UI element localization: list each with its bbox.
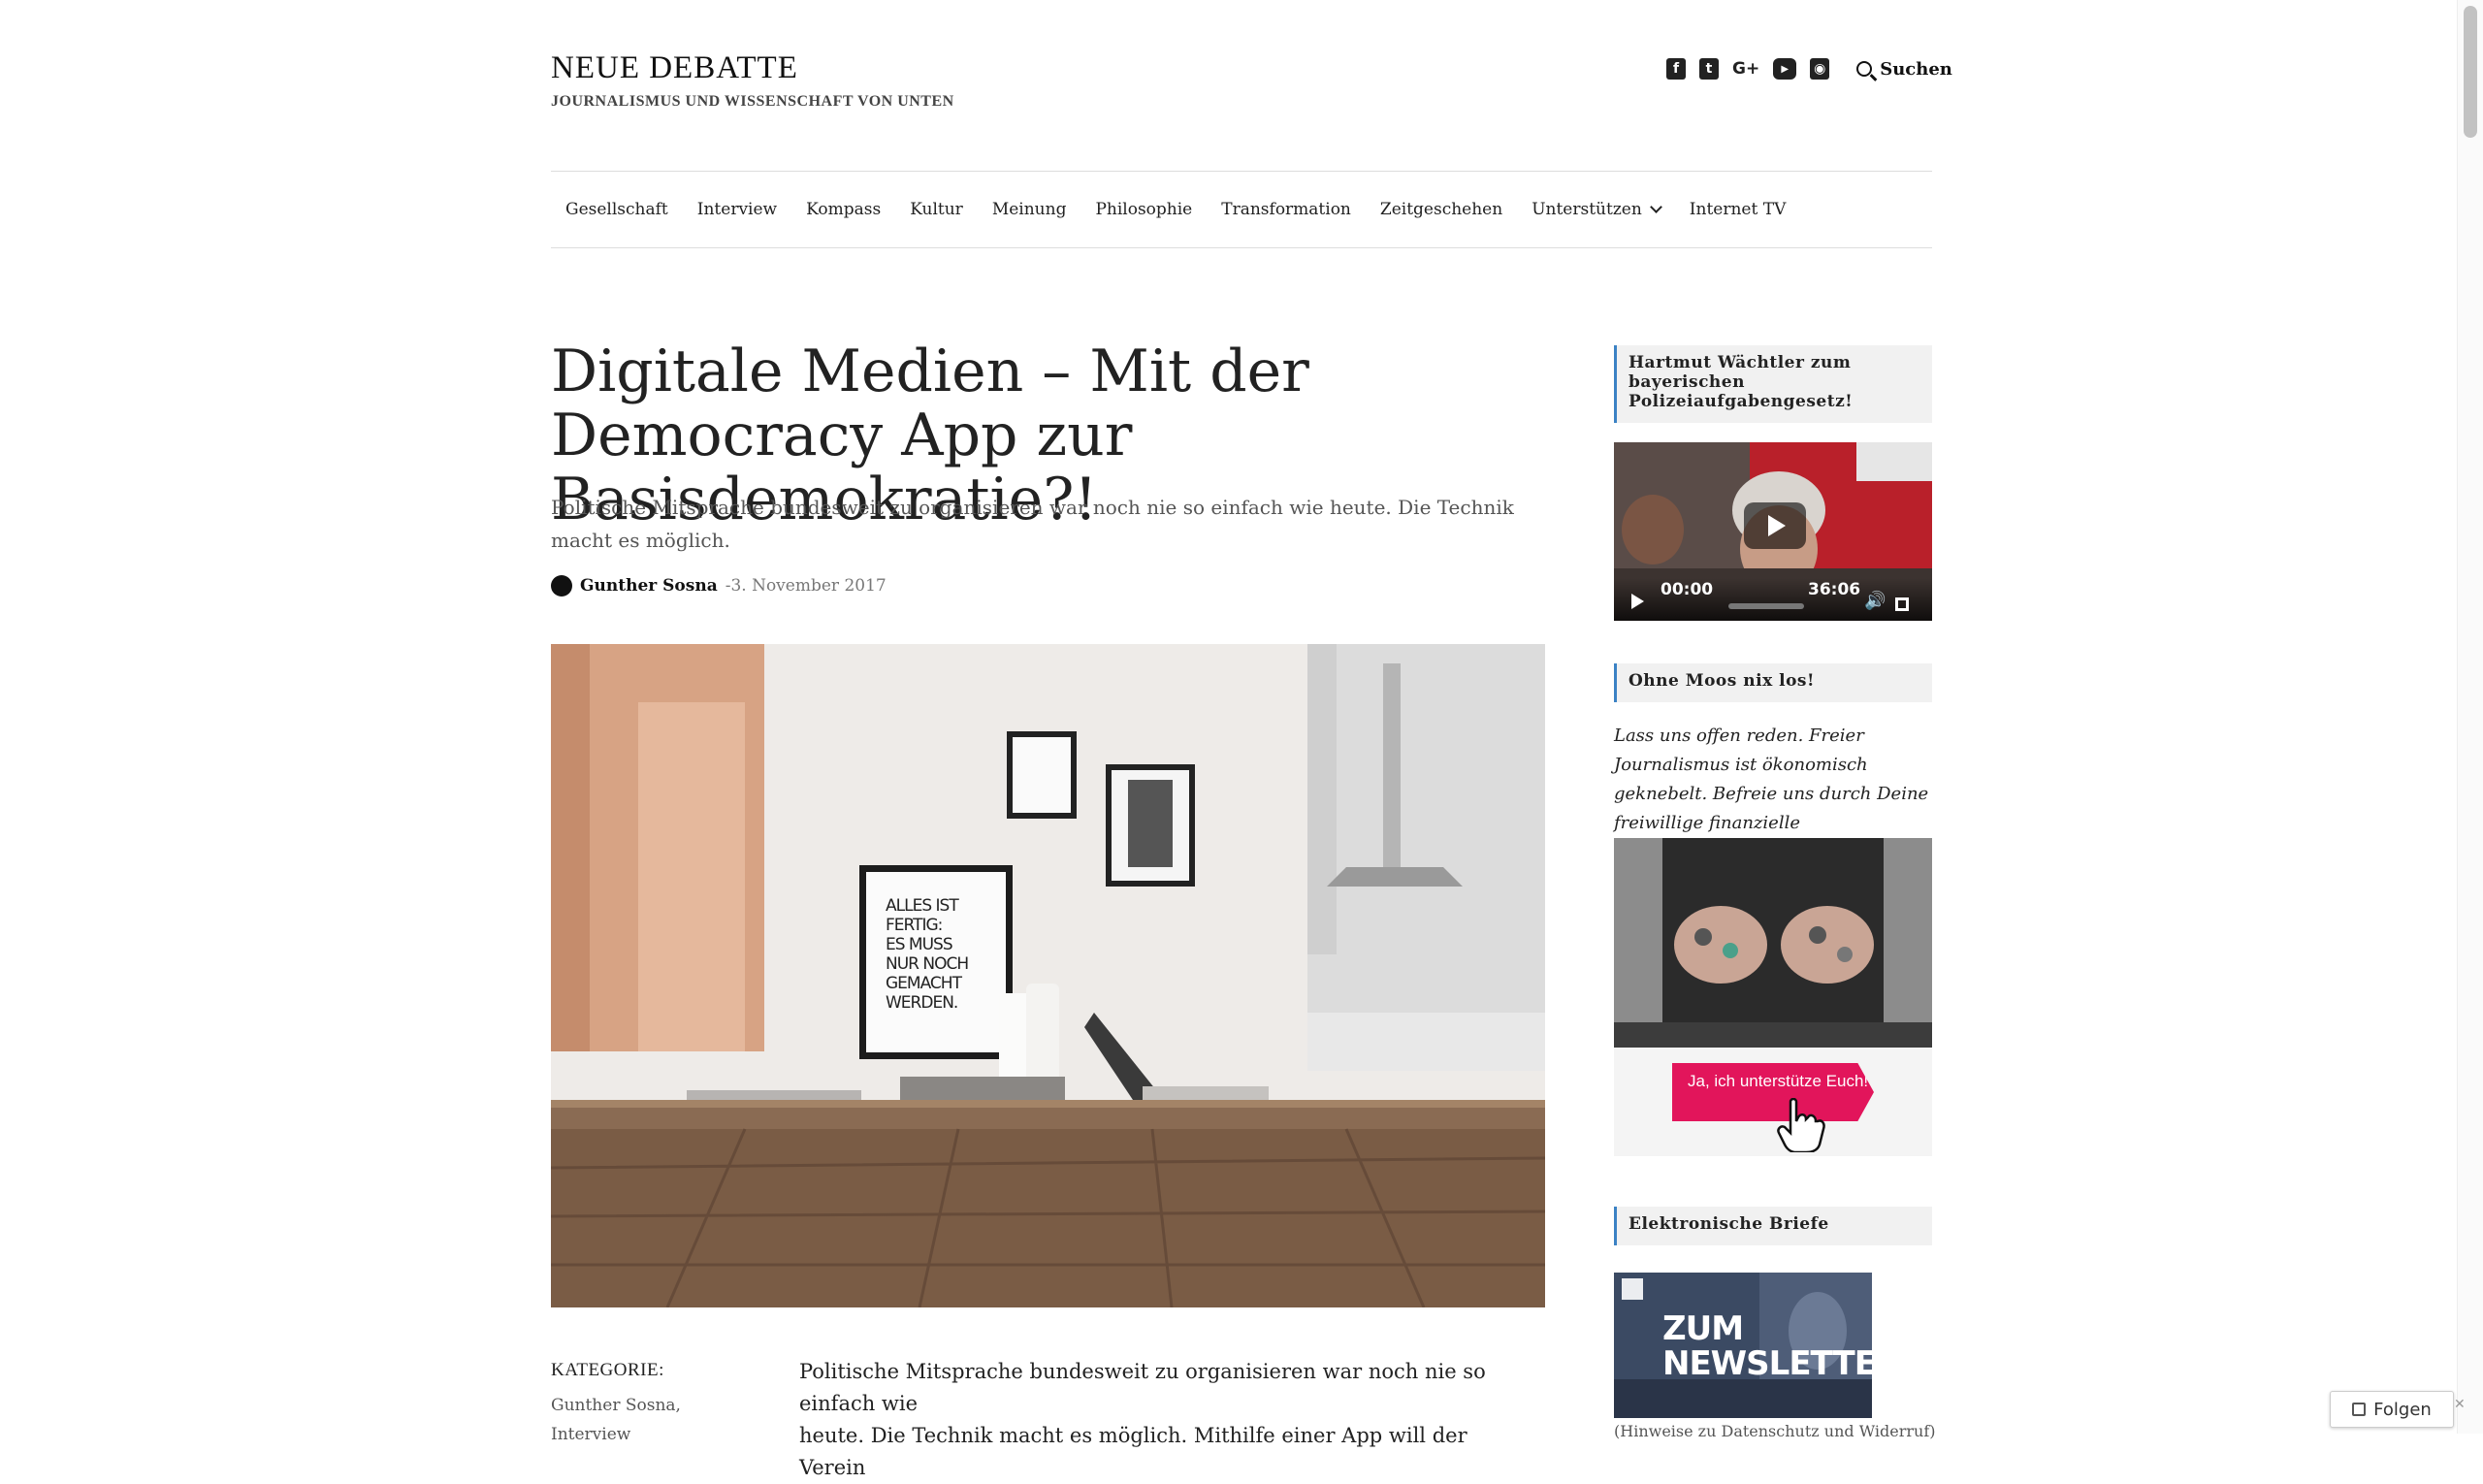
nav-item-internet-tv[interactable]: Internet TV [1675,200,1801,219]
svg-text:FERTIG:: FERTIG: [886,916,942,935]
chevron-down-icon [1649,201,1662,213]
search-icon [1856,61,1873,77]
featured-image-illustration: ALLES IST FERTIG: ES MUSS NUR NOCH GEMAC… [551,644,1545,1307]
newsletter-hint[interactable]: (Hinweise zu Datenschutz und Widerruf) [1614,1422,1935,1440]
byline: Gunther Sosna - 3. November 2017 [551,575,887,597]
hand-cursor-icon [1777,1098,1825,1152]
follow-close-icon[interactable]: ✕ [2454,1397,2466,1412]
category-links: Gunther Sosna, Interview [551,1391,681,1449]
nav-item-philosophie[interactable]: Philosophie [1080,200,1207,219]
social-links: f t G+ ▶ ◉ Suchen [1666,58,1952,80]
svg-text:ALLES IST: ALLES IST [886,896,959,916]
video-widget-title: Hartmut Wächtler zum bayerischen Polizei… [1614,345,1932,423]
nav-item-kompass[interactable]: Kompass [791,200,895,219]
article-subtitle: Politische Mitsprache bundesweit zu orga… [551,496,1514,552]
nav-item-gesellschaft[interactable]: Gesellschaft [551,200,683,219]
author-avatar[interactable] [551,575,572,597]
nav-item-unterstuetzen-label: Unterstützen [1532,200,1642,219]
article-body-line: heute. Die Technik macht es möglich. Mit… [799,1424,1467,1479]
support-widget-title: Ohne Moos nix los! [1614,663,1932,702]
facebook-icon[interactable]: f [1666,58,1686,80]
follow-icon [2352,1403,2367,1416]
nav-item-meinung[interactable]: Meinung [978,200,1081,219]
nav-item-zeitgeschehen[interactable]: Zeitgeschehen [1366,200,1517,219]
site-description: JOURNALISMUS UND WISSENSCHAFT VON UNTEN [551,93,954,110]
video-progress-bar[interactable] [1728,603,1804,609]
scrollbar[interactable] [2457,0,2483,1434]
svg-text:WERDEN.: WERDEN. [886,993,957,1013]
video-player[interactable]: 00:00 36:06 🔊 [1614,442,1932,621]
video-play-overlay-button[interactable] [1744,502,1806,549]
search-label: Suchen [1880,58,1952,80]
support-cta-area: Ja, ich unterstütze Euch! [1614,1048,1932,1156]
article-body-line: Politische Mitsprache bundesweit zu orga… [799,1360,1486,1415]
youtube-icon[interactable]: ▶ [1773,58,1797,80]
search-button[interactable]: Suchen [1856,59,1952,80]
newsletter-widget-title: Elektronische Briefe [1614,1207,1932,1245]
featured-image: ALLES IST FERTIG: ES MUSS NUR NOCH GEMAC… [551,644,1545,1307]
support-cta-button[interactable]: Ja, ich unterstütze Euch! [1672,1063,1874,1121]
scrollbar-thumb[interactable] [2464,6,2477,138]
support-image-illustration [1614,838,1932,1048]
svg-text:GEMACHT: GEMACHT [886,974,963,993]
svg-text:ES MUSS: ES MUSS [886,935,952,954]
site-title[interactable]: NEUE DEBATTE [551,50,798,86]
category-label: KATEGORIE: [551,1360,664,1380]
nav-item-interview[interactable]: Interview [683,200,791,219]
nav-item-unterstuetzen[interactable]: Unterstützen [1517,200,1675,219]
rss-icon[interactable]: ◉ [1810,58,1830,80]
video-duration: 36:06 [1808,580,1861,599]
support-image [1614,838,1932,1048]
category-link-interview[interactable]: Interview [551,1425,630,1444]
follow-label: Folgen [2373,1399,2432,1420]
main-navigation: Gesellschaft Interview Kompass Kultur Me… [551,171,1932,248]
google-plus-icon[interactable]: G+ [1732,58,1759,80]
svg-text:NUR NOCH: NUR NOCH [886,954,968,974]
video-current-time: 00:00 [1661,580,1714,599]
volume-icon[interactable]: 🔊 [1864,591,1886,611]
newsletter-banner[interactable]: ZUM NEWSLETTER [1614,1273,1872,1418]
poster-text: ALLES IST FERTIG: ES MUSS NUR NOCH GEMAC… [886,896,969,1013]
author-link[interactable]: Gunther Sosna [580,576,718,596]
nav-item-transformation[interactable]: Transformation [1207,200,1366,219]
category-link-author[interactable]: Gunther Sosna, [551,1396,681,1415]
follow-button[interactable]: Folgen [2330,1391,2454,1428]
nav-item-kultur[interactable]: Kultur [895,200,978,219]
play-icon[interactable] [1631,594,1644,609]
fullscreen-icon[interactable] [1895,597,1909,611]
article-body: Politische Mitsprache bundesweit zu orga… [799,1356,1536,1484]
article-date: 3. November 2017 [730,576,887,596]
mail-icon [1622,1278,1643,1300]
newsletter-text: ZUM NEWSLETTER [1662,1309,1872,1383]
twitter-icon[interactable]: t [1699,58,1719,80]
